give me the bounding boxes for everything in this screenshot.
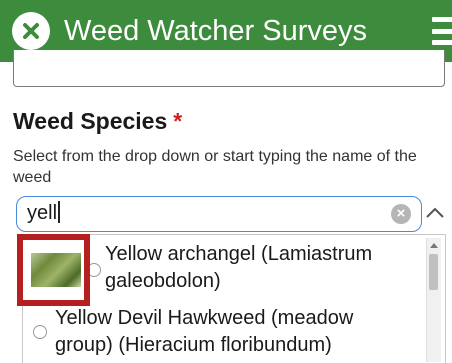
close-button[interactable] bbox=[12, 12, 50, 50]
close-icon bbox=[23, 23, 39, 39]
search-input-value[interactable]: yell bbox=[27, 201, 60, 225]
previous-text-field[interactable] bbox=[13, 50, 445, 87]
required-mark: * bbox=[173, 108, 183, 134]
option-label-line2: galeobdolon) bbox=[105, 270, 221, 292]
page-title: Weed Watcher Surveys bbox=[64, 15, 367, 47]
dropdown-scrollbar[interactable] bbox=[426, 238, 441, 362]
dropdown-option-yellow-devil-hawkweed[interactable]: Yellow Devil Hawkweed (meadow group) (Hi… bbox=[23, 303, 425, 363]
thumbnail-highlight-box bbox=[17, 234, 90, 306]
option-radio[interactable] bbox=[33, 325, 47, 339]
chevron-up-icon[interactable] bbox=[424, 202, 446, 224]
text-cursor bbox=[58, 201, 60, 223]
option-label-line1: Yellow archangel (Lamiastrum bbox=[105, 243, 373, 265]
field-label: Weed Species * bbox=[13, 108, 182, 135]
scrollbar-thumb[interactable] bbox=[429, 254, 438, 290]
field-hint: Select from the drop down or start typin… bbox=[13, 148, 417, 186]
species-search-input[interactable]: yell × bbox=[16, 196, 422, 232]
clear-icon[interactable]: × bbox=[391, 204, 411, 224]
option-label-line2: group) (Hieracium floribundum) bbox=[55, 334, 332, 356]
field-label-text: Weed Species bbox=[13, 108, 168, 134]
option-label-line1: Yellow Devil Hawkweed (meadow bbox=[55, 307, 354, 329]
hamburger-menu-icon[interactable] bbox=[432, 17, 452, 45]
scroll-up-arrow-icon[interactable] bbox=[428, 240, 440, 252]
